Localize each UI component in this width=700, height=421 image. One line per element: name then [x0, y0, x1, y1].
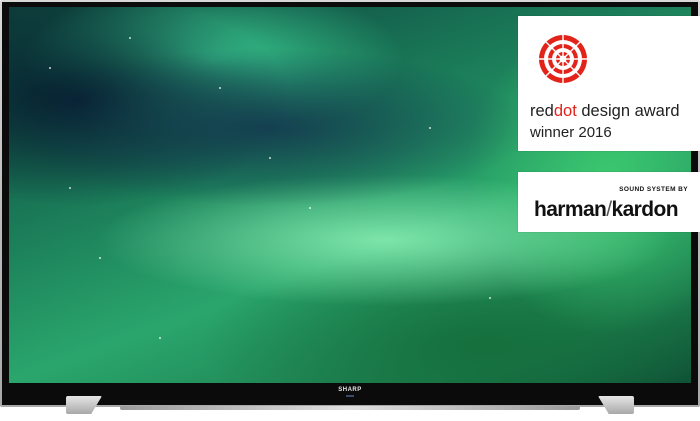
stand-foot-right	[598, 396, 634, 414]
reddot-award-title: reddot design award	[530, 102, 680, 120]
harman-kardon-logo: harman/kardon	[534, 198, 679, 221]
reddot-award-subtitle: winner 2016	[530, 124, 612, 141]
reddot-award-badge: reddot design award winner 2016	[518, 16, 700, 151]
reddot-logo-icon	[539, 35, 587, 83]
tv-brand-logo: SHARP	[338, 387, 362, 393]
stand-foot-left	[66, 396, 102, 414]
hk-kicker-text: SOUND SYSTEM BY	[619, 186, 688, 193]
harman-kardon-badge: SOUND SYSTEM BY harman/kardon	[518, 172, 700, 232]
tv-stand	[60, 396, 640, 420]
stand-bar	[120, 406, 580, 410]
